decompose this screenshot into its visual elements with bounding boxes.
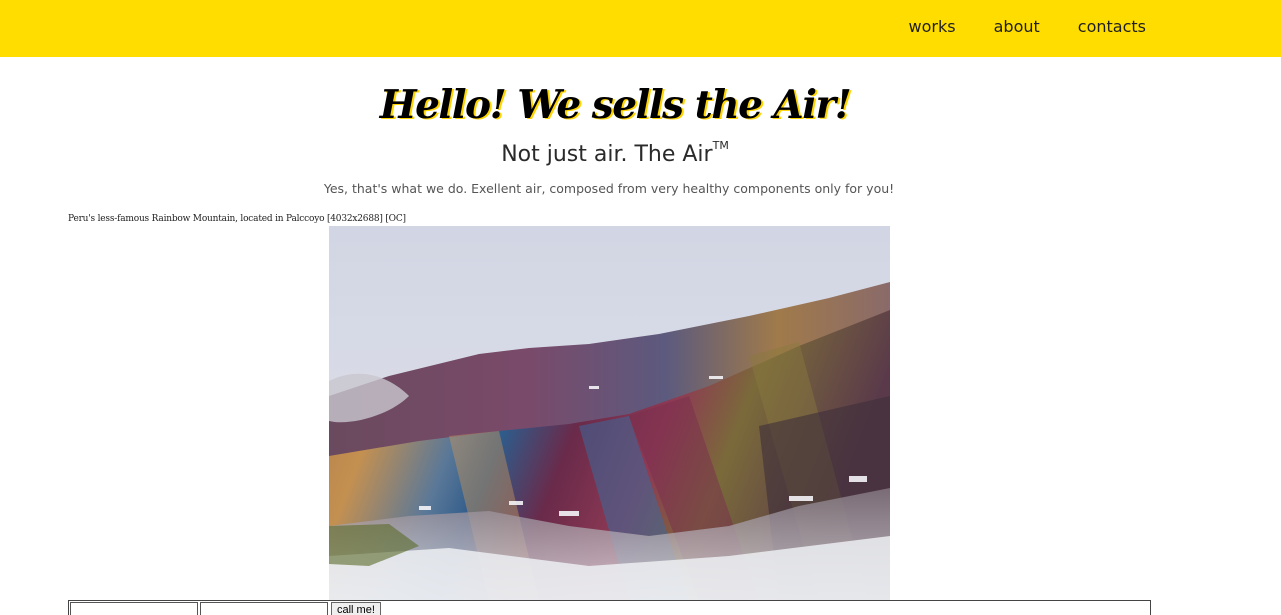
mountain-illustration xyxy=(329,226,890,600)
trademark-mark: TM xyxy=(712,139,729,152)
nav-link-contacts[interactable]: contacts xyxy=(1059,17,1146,37)
main-nav: works about contacts xyxy=(890,17,1146,37)
tagline: Yes, that's what we do. Exellent air, co… xyxy=(323,181,895,196)
top-bar: works about contacts xyxy=(0,0,1281,57)
call-me-button[interactable]: call me! xyxy=(331,602,381,615)
page-headline: Hello! We sells the Air! xyxy=(379,82,852,128)
nav-link-works[interactable]: works xyxy=(890,17,975,37)
callback-field-2[interactable] xyxy=(200,602,328,615)
nav-link-about[interactable]: about xyxy=(975,17,1059,37)
subheadline-text: Not just air. The Air xyxy=(501,142,713,167)
image-caption: Peru's less-famous Rainbow Mountain, loc… xyxy=(68,214,406,224)
callback-field-1[interactable] xyxy=(70,602,198,615)
rainbow-mountain-photo xyxy=(329,226,890,600)
callback-form: call me! xyxy=(68,600,1151,615)
page-subheadline: Not just air. The AirTM xyxy=(0,139,1230,167)
